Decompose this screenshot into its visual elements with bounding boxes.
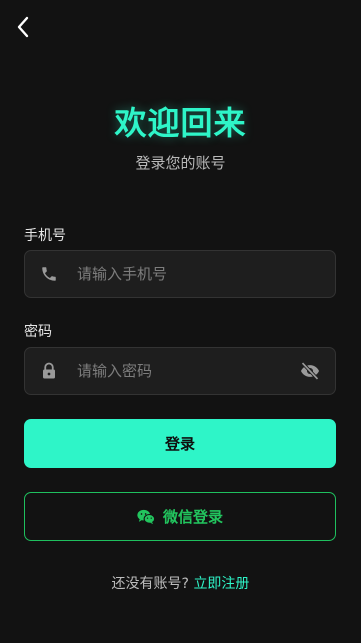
phone-icon [39,264,59,284]
register-prompt-row: 还没有账号? 立即注册 [0,573,361,593]
login-button-label: 登录 [164,435,195,453]
wechat-login-button[interactable]: 微信登录 [24,492,336,541]
password-input[interactable] [77,362,297,380]
wechat-icon [137,509,155,525]
chevron-left-icon [17,16,29,38]
register-prompt-text: 还没有账号? [111,576,189,592]
page-subtitle: 登录您的账号 [135,154,226,172]
lock-icon [39,361,59,381]
page-title: 欢迎回来 [114,104,247,142]
back-button[interactable] [12,14,34,40]
login-button[interactable]: 登录 [24,419,336,468]
wechat-button-label: 微信登录 [162,508,223,526]
phone-field[interactable] [24,250,336,298]
eye-off-icon[interactable] [297,358,323,384]
phone-input[interactable] [77,265,335,283]
phone-label: 手机号 [24,228,66,244]
register-link[interactable]: 立即注册 [193,576,249,592]
password-field[interactable] [24,347,336,395]
password-label: 密码 [24,324,52,340]
